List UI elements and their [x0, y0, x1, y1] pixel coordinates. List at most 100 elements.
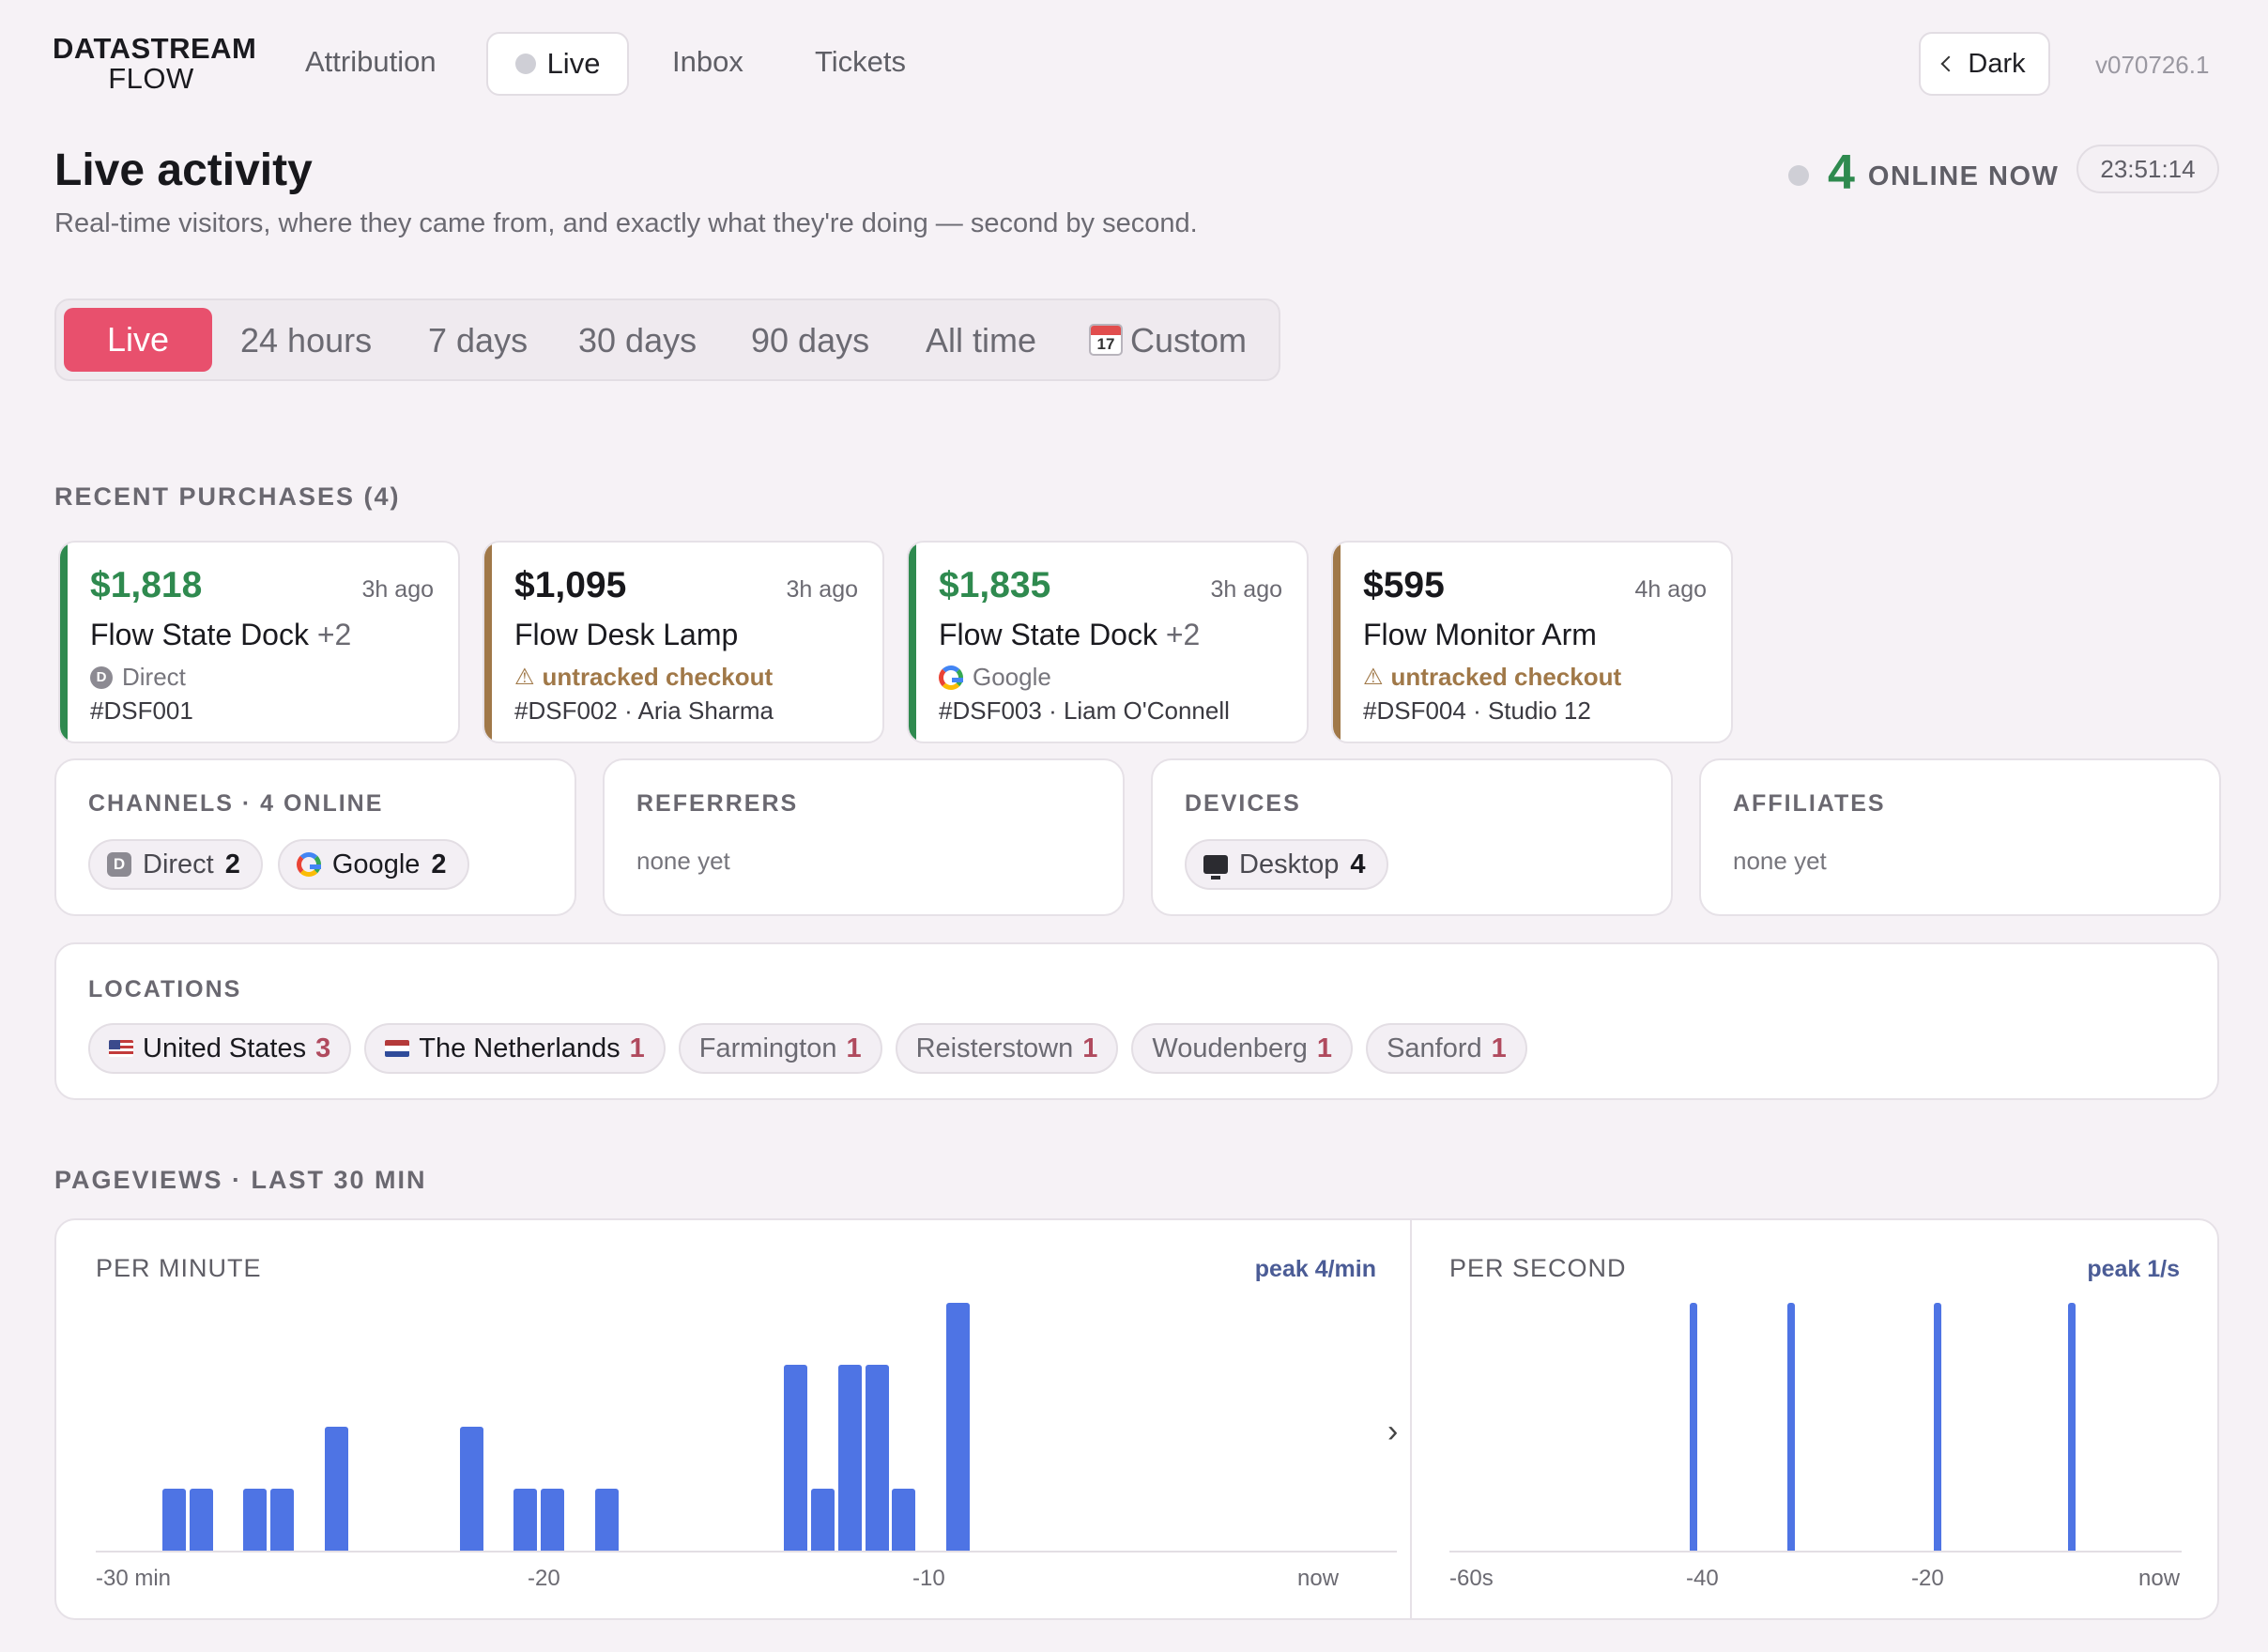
purchase-reference: #DSF001: [90, 696, 193, 725]
time-range-selector: Live 24 hours 7 days 30 days 90 days All…: [54, 298, 1280, 381]
channel-label: Google: [331, 849, 421, 880]
online-label: ONLINE NOW: [1867, 161, 2060, 191]
direct-icon: D: [107, 852, 131, 877]
purchase-accent-bar: [909, 543, 916, 742]
location-chip[interactable]: Farmington 1: [678, 1023, 882, 1074]
channel-count: 2: [431, 849, 447, 880]
purchase-source-label: untracked checkout: [1390, 663, 1622, 691]
untracked-checkout-warning: ⚠ untracked checkout: [514, 663, 773, 692]
theme-toggle-button[interactable]: Dark: [1919, 32, 2050, 96]
purchase-time: 3h ago: [1210, 576, 1282, 603]
per-second-tick: now: [2138, 1566, 2181, 1591]
location-count: 1: [1316, 1032, 1333, 1063]
referrers-card: REFERRERS none yet: [603, 758, 1125, 916]
purchase-product: Flow State Dock +2: [90, 618, 351, 652]
nav-inbox[interactable]: Inbox: [672, 45, 743, 79]
locations-heading: LOCATIONS: [88, 976, 242, 1002]
per-second-bar: [1787, 1303, 1795, 1551]
range-custom[interactable]: 17 Custom: [1089, 321, 1247, 360]
purchase-product: Flow Monitor Arm: [1363, 618, 1597, 651]
per-minute-bar: [189, 1489, 213, 1551]
desktop-monitor-icon: [1203, 855, 1228, 880]
channel-label: Direct: [143, 849, 214, 880]
location-chip[interactable]: Sanford 1: [1366, 1023, 1527, 1074]
per-second-label: PER SECOND: [1449, 1254, 1627, 1282]
range-live[interactable]: Live: [64, 308, 212, 372]
range-90-days[interactable]: 90 days: [751, 321, 869, 360]
purchase-reference: #DSF004 · Studio 12: [1363, 696, 1591, 725]
purchase-source: D Direct: [90, 663, 186, 692]
location-chip[interactable]: United States 3: [88, 1023, 352, 1074]
purchase-time: 4h ago: [1634, 576, 1707, 603]
brand-logo[interactable]: DATASTREAM FLOW: [53, 34, 256, 95]
location-chip[interactable]: The Netherlands 1: [364, 1023, 666, 1074]
chevron-left-icon: [1940, 55, 1957, 72]
range-7-days[interactable]: 7 days: [428, 321, 528, 360]
location-label: Woudenberg: [1152, 1032, 1308, 1063]
purchase-card[interactable]: $595 4h ago Flow Monitor Arm ⚠ untracked …: [1331, 541, 1733, 743]
per-minute-bar: [811, 1489, 835, 1551]
logo-line-2: FLOW: [108, 62, 194, 95]
per-minute-label: PER MINUTE: [96, 1254, 262, 1282]
product-name: Flow State Dock: [90, 618, 309, 651]
per-second-peak: peak 1/s: [2087, 1256, 2180, 1282]
direct-icon: D: [90, 665, 113, 689]
per-minute-tick: now: [1297, 1566, 1340, 1591]
purchase-reference: #DSF003 · Liam O'Connell: [939, 696, 1230, 725]
per-minute-bar: [946, 1303, 970, 1551]
per-minute-bar: [541, 1489, 564, 1551]
nav-live-label: Live: [546, 47, 601, 80]
nav-attribution[interactable]: Attribution: [305, 45, 437, 79]
online-count: 4: [1828, 145, 1855, 200]
chevron-right-icon[interactable]: ›: [1387, 1414, 1398, 1450]
nav-live[interactable]: Live: [486, 32, 629, 96]
per-second-tick: -40: [1686, 1566, 1719, 1591]
recent-purchases-heading: RECENT PURCHASES (4): [54, 482, 401, 511]
device-chip-desktop[interactable]: Desktop 4: [1185, 839, 1388, 890]
channels-heading: CHANNELS · 4 ONLINE: [88, 790, 384, 817]
purchase-card[interactable]: $1,835 3h ago Flow State Dock +2 Google …: [907, 541, 1309, 743]
untracked-checkout-warning: ⚠ untracked checkout: [1363, 663, 1621, 692]
channel-chip-direct[interactable]: D Direct 2: [88, 839, 263, 890]
product-name: Flow State Dock: [939, 618, 1157, 651]
purchase-accent-bar: [484, 543, 492, 742]
purchase-source-label: untracked checkout: [542, 663, 774, 691]
pageviews-divider: [1410, 1220, 1412, 1618]
locations-card: LOCATIONS United States 3 The Netherland…: [54, 942, 2219, 1100]
location-count: 1: [846, 1032, 862, 1063]
device-count: 4: [1350, 849, 1366, 880]
range-30-days[interactable]: 30 days: [578, 321, 697, 360]
range-24-hours[interactable]: 24 hours: [240, 321, 372, 360]
location-chip[interactable]: Woudenberg 1: [1131, 1023, 1354, 1074]
per-minute-bar: [270, 1489, 294, 1551]
pageviews-heading: PAGEVIEWS · LAST 30 MIN: [54, 1166, 427, 1194]
calendar-day: 17: [1096, 335, 1115, 353]
location-count: 1: [1491, 1032, 1507, 1063]
device-label: Desktop: [1239, 849, 1340, 880]
pageviews-card: PER MINUTE peak 4/min -30 min -20 -10 no…: [54, 1218, 2219, 1620]
per-minute-bar: [324, 1427, 348, 1551]
app-version: v070726.1: [2095, 51, 2210, 79]
range-custom-label: Custom: [1130, 321, 1248, 359]
range-all-time[interactable]: All time: [926, 321, 1036, 360]
location-label: Sanford: [1387, 1032, 1482, 1063]
purchase-product: Flow State Dock +2: [939, 618, 1200, 652]
purchase-card[interactable]: $1,095 3h ago Flow Desk Lamp ⚠ untracked …: [483, 541, 884, 743]
per-minute-bar: [837, 1365, 862, 1551]
affiliates-card: AFFILIATES none yet: [1699, 758, 2221, 916]
per-minute-bar: [784, 1365, 808, 1551]
purchase-time: 3h ago: [361, 576, 434, 603]
channel-count: 2: [224, 849, 240, 880]
channel-chip-google[interactable]: Google 2: [277, 839, 469, 890]
purchase-card[interactable]: $1,818 3h ago Flow State Dock +2 D Direct…: [58, 541, 460, 743]
location-chip[interactable]: Reisterstown 1: [895, 1023, 1119, 1074]
calendar-icon: 17: [1089, 324, 1123, 356]
per-second-axis: [1449, 1551, 2182, 1553]
devices-heading: DEVICES: [1185, 790, 1301, 817]
per-minute-bar: [892, 1489, 916, 1551]
per-minute-bar: [459, 1427, 483, 1551]
per-minute-peak: peak 4/min: [1254, 1256, 1376, 1282]
purchase-accent-bar: [60, 543, 68, 742]
nav-tickets[interactable]: Tickets: [815, 45, 906, 79]
page-subtitle: Real-time visitors, where they came from…: [54, 208, 1198, 238]
